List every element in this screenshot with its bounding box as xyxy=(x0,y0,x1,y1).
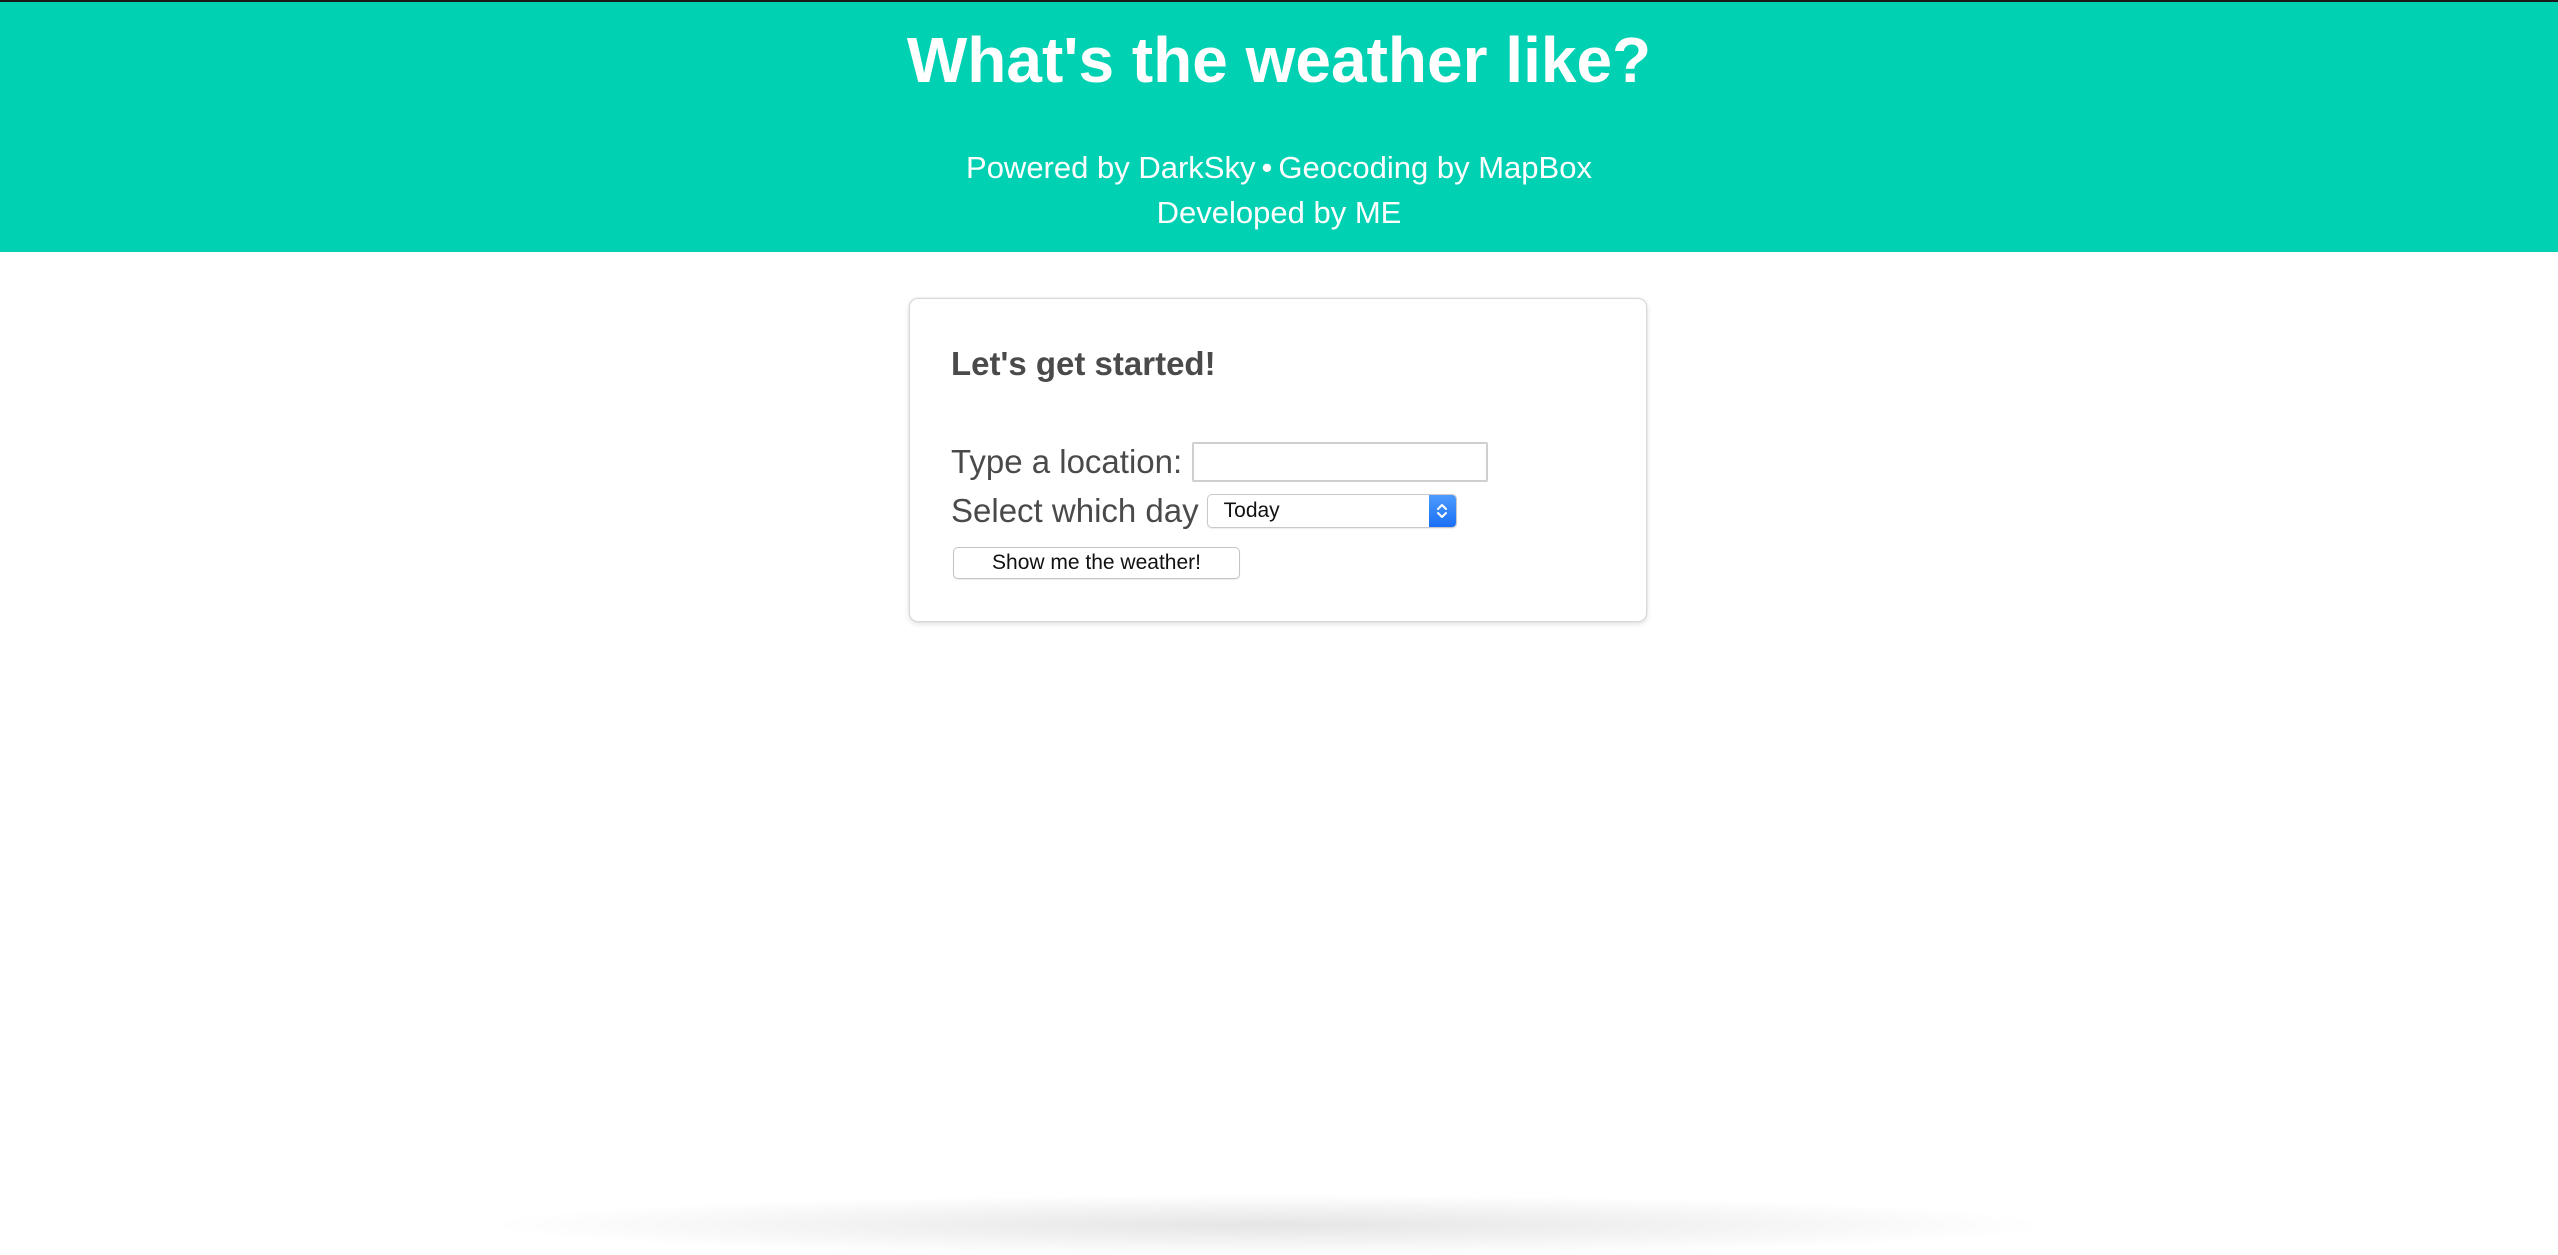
location-label: Type a location: xyxy=(951,443,1183,480)
day-select-value: Today xyxy=(1223,499,1280,522)
day-select[interactable]: Today xyxy=(1206,494,1457,528)
location-input[interactable] xyxy=(1192,442,1489,482)
day-label: Select which day xyxy=(951,492,1199,529)
form-heading: Let's get started! xyxy=(951,345,1216,382)
mapbox-credit: Geocoding by MapBox xyxy=(1278,150,1592,185)
credit-separator: • xyxy=(1261,150,1273,185)
page-title: What's the weather like? xyxy=(906,24,1652,96)
hero-banner: What's the weather like? Powered by Dark… xyxy=(0,0,2558,252)
show-weather-button[interactable]: Show me the weather! xyxy=(953,547,1240,579)
day-row: Select which day Today xyxy=(951,490,1457,532)
credits-line: Powered by DarkSky • Geocoding by MapBox xyxy=(0,148,2558,188)
weather-form-card: Let's get started! Type a location: Sele… xyxy=(909,298,1647,622)
darksky-credit: Powered by DarkSky xyxy=(966,150,1256,185)
developer-credit: Developed by ME xyxy=(1156,195,1402,230)
location-row: Type a location: xyxy=(951,441,1489,483)
bottom-shadow xyxy=(500,1195,2040,1255)
up-down-chevron-icon xyxy=(1428,495,1456,527)
